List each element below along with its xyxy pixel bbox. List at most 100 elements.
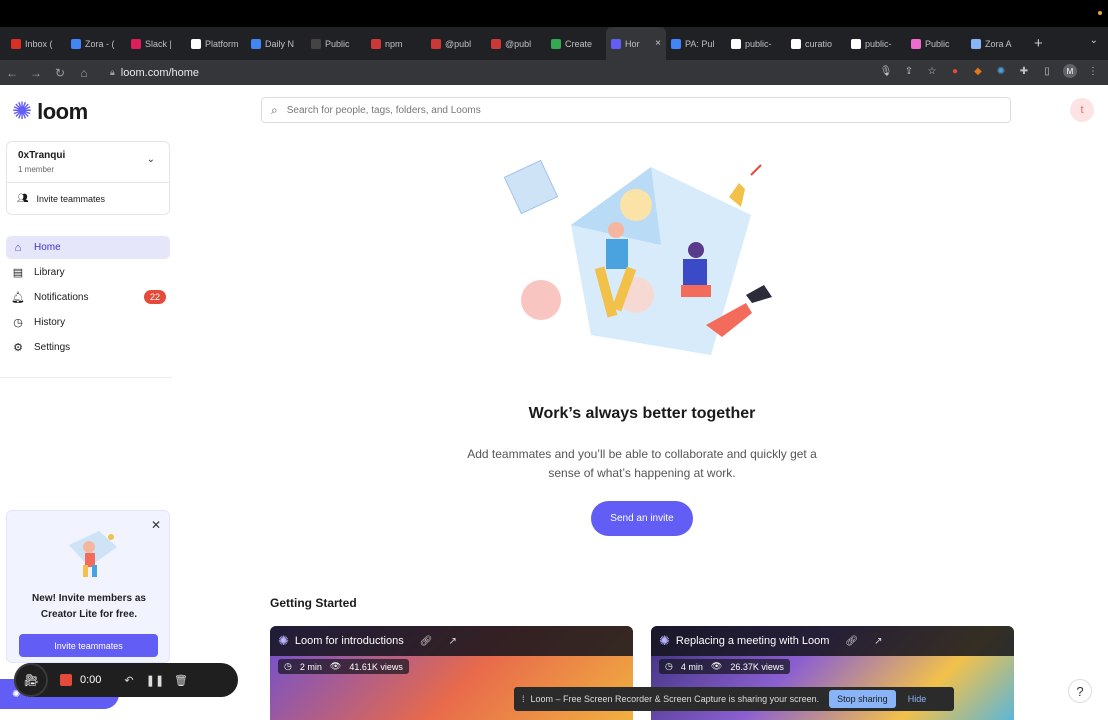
browser-tab[interactable]: @publ [486,27,546,60]
sidebar: ✺ loom 0xTranqui 1 member ⌄ 👥︎ Invite te… [0,85,238,720]
chevron-down-icon: ⌄ [146,154,155,165]
browser-tab[interactable]: Zora A [966,27,1026,60]
side-panel-icon[interactable]: ▯ [1040,64,1054,78]
help-button[interactable]: ? [1068,679,1092,703]
sidebar-item-history[interactable]: ◷ History [6,311,170,334]
search-input[interactable] [286,104,887,116]
tab-favicon-icon [491,38,501,49]
reload-icon[interactable]: ↻ [48,66,72,80]
loom-star-icon: ✺ [278,633,289,648]
tab-label: Hor [625,38,640,49]
video-duration: 4 min [680,661,703,672]
copy-link-icon[interactable]: 🔗︎ [420,636,433,647]
tab-label: public- [745,38,772,49]
loom-logo[interactable]: ✺ loom [12,99,88,125]
extension-fox-icon[interactable]: ◆ [971,64,985,78]
video-duration: 2 min [299,661,322,672]
video-title: Loom for introductions [294,635,404,647]
drag-handle-icon[interactable]: ⁞ [522,694,525,704]
open-external-icon[interactable]: ↗ [874,636,882,647]
extension-blue-icon[interactable]: ✺ [994,64,1008,78]
undo-icon[interactable]: ↶ [116,674,142,687]
browser-menu-icon[interactable]: ⋮ [1086,64,1100,78]
forward-icon[interactable]: → [24,66,48,80]
tab-favicon-icon [251,38,261,49]
browser-tab[interactable]: @publ [426,27,486,60]
tab-favicon-icon [311,38,321,49]
promo-invite-button[interactable]: Invite teammates [19,634,158,657]
tab-label: @publ [445,38,472,49]
sidebar-item-label: Settings [34,342,71,353]
tab-label: PA: Pul [685,38,715,49]
sidebar-item-home[interactable]: ⌂ Home [6,236,170,259]
hide-button[interactable]: Hide [908,694,927,704]
browser-tab[interactable]: curatio [786,27,846,60]
home-button-icon[interactable]: ⌂ [72,66,96,80]
eye-icon: 👁︎ [329,661,342,671]
tab-label: Daily N [265,38,295,49]
browser-tab[interactable]: Public [906,27,966,60]
tab-favicon-icon [371,38,381,49]
browser-tab[interactable]: Slack | [126,27,186,60]
tab-label: Inbox ( [25,38,53,49]
browser-tab[interactable]: Hor × [606,27,666,60]
pause-icon[interactable]: ❚❚ [142,674,168,687]
stop-recording-button[interactable] [60,674,72,686]
browser-tab[interactable]: PA: Pul [666,27,726,60]
profile-avatar[interactable]: M [1063,64,1077,78]
promo-card: ✕ New! Invite members as Creator Lite fo… [6,510,170,663]
hero-title: Work’s always better together [528,405,756,422]
browser-tab[interactable]: Daily N [246,27,306,60]
tab-favicon-icon [731,38,741,49]
camera-icon[interactable]: 🎥︎ [14,663,48,697]
search-bar[interactable]: ⌕ [261,97,1011,123]
video-views: 41.61K views [349,661,403,672]
home-icon: ⌂ [14,241,22,254]
workspace-switcher[interactable]: 0xTranqui 1 member ⌄ [6,141,170,183]
share-icon[interactable]: ⇪ [902,64,916,78]
tab-favicon-icon [671,38,681,49]
invite-teammates-link[interactable]: 👥︎ Invite teammates [6,183,170,215]
browser-tab[interactable]: Zora - ( [66,27,126,60]
invite-teammates-label: Invite teammates [36,193,105,204]
new-tab-button[interactable]: + [1034,35,1043,52]
microphone-icon[interactable]: 🎙︎ [879,64,893,78]
close-icon[interactable]: ✕ [151,518,161,532]
extensions-puzzle-icon[interactable]: ✚ [1017,64,1031,78]
bookmark-star-icon[interactable]: ☆ [925,64,939,78]
copy-link-icon[interactable]: 🔗︎ [845,636,858,647]
browser-tab[interactable]: Create [546,27,606,60]
promo-text: New! Invite members as Creator Lite for … [32,593,146,620]
video-views: 26.37K views [730,661,784,672]
tab-label: npm [385,38,403,49]
lock-icon: 🔒︎ [110,67,115,77]
back-icon[interactable]: ← [0,66,24,80]
send-invite-button[interactable]: Send an invite [591,501,693,536]
sidebar-item-notifications[interactable]: 🔔︎ Notifications 22 [6,286,170,309]
sidebar-item-label: Home [34,242,61,253]
user-avatar[interactable]: t [1070,98,1094,122]
browser-tab[interactable]: Public [306,27,366,60]
browser-toolbar: ← → ↻ ⌂ 🔒︎ loom.com/home 🎙︎ ⇪ ☆ ● ◆ ✺ ✚ … [0,60,1108,85]
tab-close-icon[interactable]: × [655,38,661,49]
extension-red-icon[interactable]: ● [948,64,962,78]
tab-favicon-icon [431,38,441,49]
tab-favicon-icon [551,38,561,49]
getting-started-heading: Getting Started [270,596,357,610]
browser-tab[interactable]: Inbox ( [6,27,66,60]
search-icon: ⌕ [271,102,278,117]
sidebar-item-library[interactable]: ▤ Library [6,261,170,284]
sidebar-item-settings[interactable]: ⚙ Settings [6,336,170,359]
tab-favicon-icon [971,38,981,49]
tab-favicon-icon [911,38,921,49]
browser-tab[interactable]: npm [366,27,426,60]
address-bar[interactable]: 🔒︎ loom.com/home [102,62,862,83]
open-external-icon[interactable]: ↗ [448,636,456,647]
sidebar-item-label: Notifications [34,292,89,303]
browser-tab[interactable]: Platform [186,27,246,60]
browser-tab[interactable]: public- [846,27,906,60]
browser-tab[interactable]: public- [726,27,786,60]
tab-search-chevron-icon[interactable]: ⌄ [1090,35,1098,46]
stop-sharing-button[interactable]: Stop sharing [829,690,896,708]
screen-share-banner: ⁞ Loom – Free Screen Recorder & Screen C… [514,687,954,711]
